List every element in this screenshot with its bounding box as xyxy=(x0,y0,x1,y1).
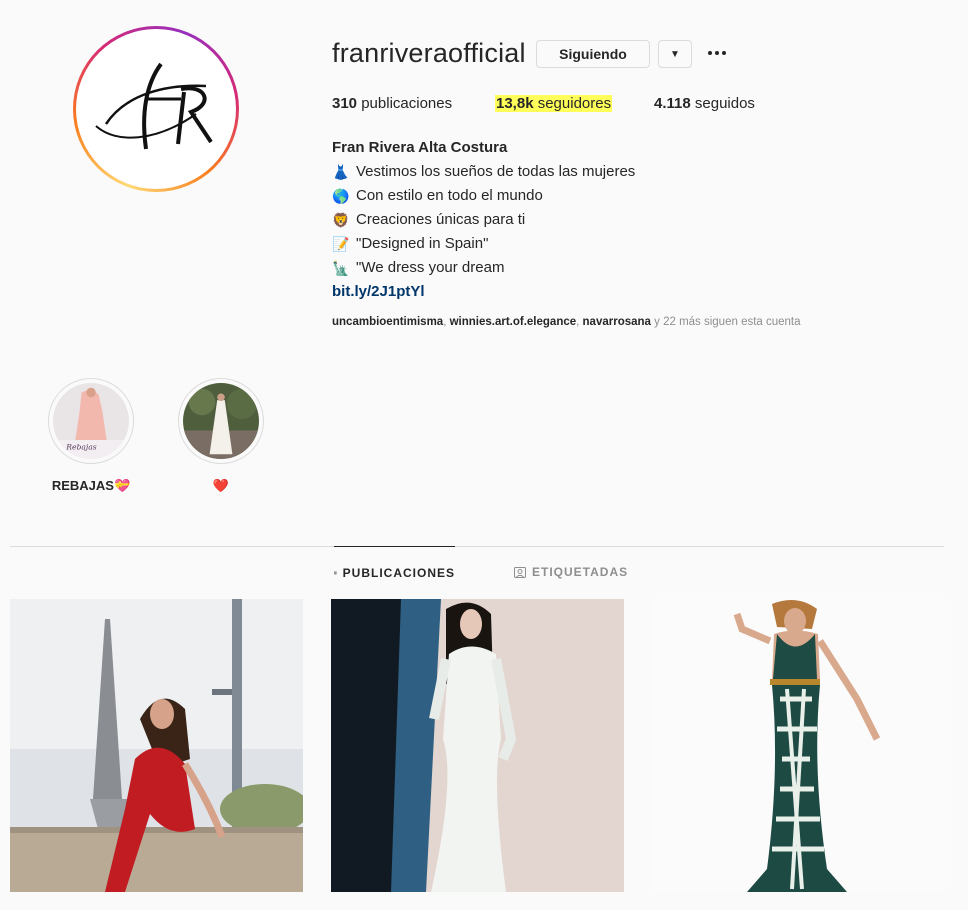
highlight-ring: Rebajas xyxy=(48,378,134,464)
dot xyxy=(708,51,712,55)
story-highlight-heart[interactable]: ❤️ xyxy=(178,378,264,494)
posts-count-label: publicaciones xyxy=(361,95,453,112)
followers-link[interactable]: 13,8k seguidores xyxy=(495,95,613,112)
svg-text:FR: FR xyxy=(86,54,88,55)
bio-line: 🌎 Con estilo en todo el mundo xyxy=(332,184,635,208)
bio-line-text: Creaciones únicas para ti xyxy=(356,211,526,228)
tab-label: ETIQUETADAS xyxy=(532,565,629,579)
chevron-down-icon: ▼ xyxy=(670,48,680,60)
posts-count: 310 publicaciones xyxy=(332,95,452,112)
follower-account-link[interactable]: uncambioentimisma xyxy=(332,316,443,328)
story-highlight-rebajas[interactable]: Rebajas REBAJAS💝 xyxy=(48,378,134,494)
dress-icon: 👗 xyxy=(332,164,350,180)
more-options-icon[interactable] xyxy=(704,42,730,64)
followed-by-text: uncambioentimisma, winnies.art.of.elegan… xyxy=(332,316,801,328)
tagged-person-icon xyxy=(514,567,526,578)
followers-count-value: 13,8k xyxy=(496,95,534,112)
followed-by-suffix: y 22 más siguen esta cuenta xyxy=(650,316,801,328)
following-link[interactable]: 4.118 seguidos xyxy=(654,95,755,112)
bio-line: 📝 "Designed in Spain" xyxy=(332,232,635,256)
avatar-image: FR xyxy=(76,29,236,189)
highlight-ring xyxy=(178,378,264,464)
post-thumbnail[interactable] xyxy=(10,599,303,892)
follower-account-link[interactable]: winnies.art.of.elegance xyxy=(450,316,577,328)
svg-text:Rebajas: Rebajas xyxy=(65,443,96,452)
tab-label: PUBLICACIONES xyxy=(342,565,455,580)
grid-icon xyxy=(334,571,337,574)
follower-account-link[interactable]: navarrosana xyxy=(583,316,651,328)
bio-line-text: "We dress your dream xyxy=(356,259,505,276)
tab-posts[interactable]: PUBLICACIONES xyxy=(334,546,455,598)
bio-line-text: "Designed in Spain" xyxy=(356,235,489,252)
highlight-label: REBAJAS💝 xyxy=(51,478,131,493)
bio-full-name: Fran Rivera Alta Costura xyxy=(332,139,508,156)
statue-of-liberty-icon: 🗽 xyxy=(332,260,350,276)
bio-line-text: Vestimos los sueños de todas las mujeres xyxy=(356,163,636,180)
lion-icon: 🦁 xyxy=(332,212,350,228)
highlight-thumbnail: Rebajas xyxy=(53,383,129,459)
posts-count-value: 310 xyxy=(332,95,358,112)
bio-line: 🦁 Creaciones únicas para ti xyxy=(332,208,635,232)
post-thumbnail[interactable] xyxy=(652,599,945,892)
highlight-thumbnail xyxy=(183,383,259,459)
following-count-label: seguidos xyxy=(694,95,755,112)
dot xyxy=(722,51,726,55)
tab-tagged[interactable]: ETIQUETADAS xyxy=(514,546,628,598)
following-button[interactable]: Siguiendo xyxy=(536,40,650,68)
fr-monogram-logo: FR xyxy=(86,54,213,150)
suggestions-dropdown-button[interactable]: ▼ xyxy=(658,40,692,68)
profile-avatar[interactable]: FR xyxy=(73,26,239,192)
bio-line-text: Con estilo en todo el mundo xyxy=(356,187,543,204)
bio-line: 👗 Vestimos los sueños de todas las mujer… xyxy=(332,160,635,184)
highlight-label: ❤️ xyxy=(212,478,230,493)
following-count-value: 4.118 xyxy=(654,95,691,112)
profile-username: franriveraofficial xyxy=(332,38,526,68)
dot xyxy=(715,51,719,55)
globe-icon: 🌎 xyxy=(332,188,350,204)
post-thumbnail[interactable] xyxy=(331,599,624,892)
memo-icon: 📝 xyxy=(332,236,350,252)
bio-line: 🗽 "We dress your dream xyxy=(332,256,635,280)
profile-bio: Fran Rivera Alta Costura 👗 Vestimos los … xyxy=(332,136,635,304)
followers-count-label: seguidores xyxy=(537,95,612,112)
tabs-divider xyxy=(10,546,944,547)
bio-website-link[interactable]: bit.ly/2J1ptYl xyxy=(332,280,635,304)
